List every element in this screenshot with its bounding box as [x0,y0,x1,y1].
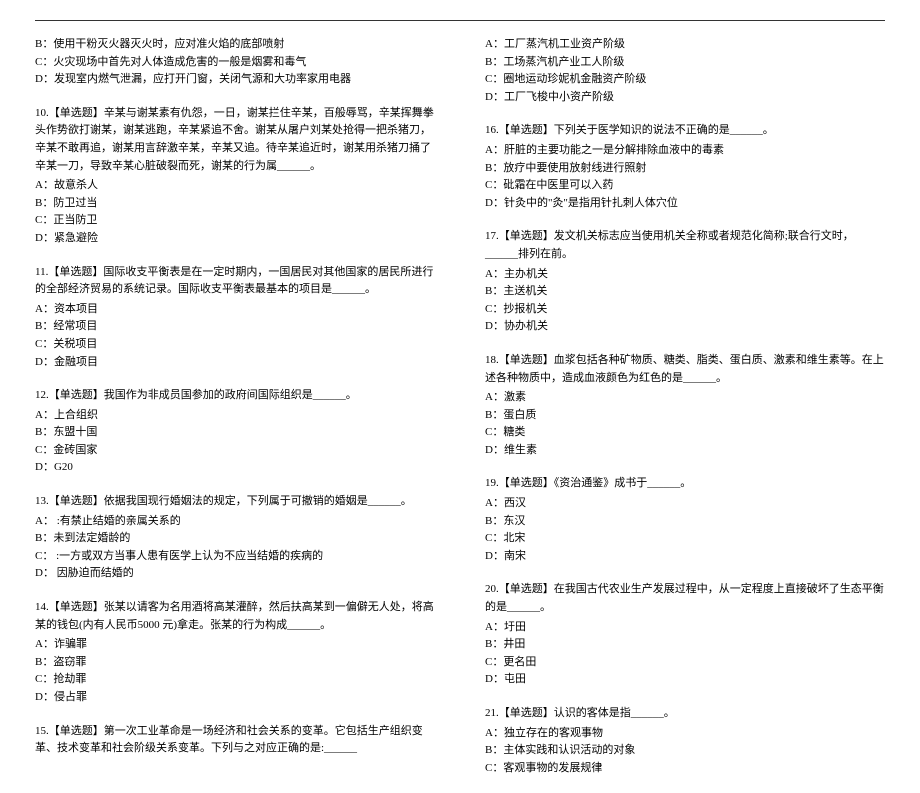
question-option: A：资本项目 [35,301,435,319]
question-option: C：糖类 [485,424,885,442]
question-option: A：肝脏的主要功能之一是分解排除血液中的毒素 [485,142,885,160]
question-stem: 11.【单选题】国际收支平衡表是在一定时期内，一国居民对其他国家的居民所进行的全… [35,264,435,299]
question-stem: 17.【单选题】发文机关标志应当使用机关全称或者规范化简称;联合行文时，____… [485,228,885,263]
right-question: 18.【单选题】血浆包括各种矿物质、糖类、脂类、蛋白质、激素和维生素等。在上述各… [485,352,885,460]
question-option: A：圩田 [485,619,885,637]
question-option: C：更名田 [485,654,885,672]
question-option: D： 因胁迫而结婚的 [35,565,435,583]
right-question: 21.【单选题】认识的客体是指______。 A：独立存在的客观事物B：主体实践和… [485,705,885,777]
question-stem: 14.【单选题】张某以请客为名用酒将高某灌醉，然后扶高某到一偏僻无人处，将高某的… [35,599,435,634]
question-option: A：工厂蒸汽机工业资产阶级 [485,36,885,54]
question-option: C：抢劫罪 [35,671,435,689]
question-option: D：金融项目 [35,354,435,372]
question-stem: 15.【单选题】第一次工业革命是一场经济和社会关系的变革。它包括生产组织变革、技… [35,723,435,758]
question-stem: 21.【单选题】认识的客体是指______。 [485,705,885,723]
left-question: 10.【单选题】辛某与谢某素有仇怨，一日，谢某拦住辛某，百般辱骂，辛某挥舞拳头作… [35,105,435,248]
question-stem: 12.【单选题】我国作为非成员国参加的政府间国际组织是______。 [35,387,435,405]
question-option: A：激素 [485,389,885,407]
question-option: B：经常项目 [35,318,435,336]
question-stem: 10.【单选题】辛某与谢某素有仇怨，一日，谢某拦住辛某，百般辱骂，辛某挥舞拳头作… [35,105,435,175]
question-option: A：西汉 [485,495,885,513]
question-option: A： :有禁止结婚的亲属关系的 [35,513,435,531]
question-option: B：盗窃罪 [35,654,435,672]
question-option: C：关税项目 [35,336,435,354]
left-question: B：使用干粉灭火器灭火时，应对准火焰的底部喷射C：火灾现场中首先对人体造成危害的… [35,36,435,89]
right-question: 20.【单选题】在我国古代农业生产发展过程中，从一定程度上直接破坏了生态平衡的是… [485,581,885,689]
question-option: B：东盟十国 [35,424,435,442]
question-option: C：火灾现场中首先对人体造成危害的一般是烟雾和毒气 [35,54,435,72]
question-option: A：上合组织 [35,407,435,425]
question-option: C：砒霜在中医里可以入药 [485,177,885,195]
question-option: B：蛋白质 [485,407,885,425]
question-option: D：针灸中的"灸"是指用针扎刺人体穴位 [485,195,885,213]
top-divider [35,20,885,21]
left-question: 12.【单选题】我国作为非成员国参加的政府间国际组织是______。 A：上合组织… [35,387,435,477]
question-option: D：维生素 [485,442,885,460]
question-option: B：未到法定婚龄的 [35,530,435,548]
question-option: C：抄报机关 [485,301,885,319]
question-option: B：使用干粉灭火器灭火时，应对准火焰的底部喷射 [35,36,435,54]
right-column: A：工厂蒸汽机工业资产阶级B：工场蒸汽机产业工人阶级C：圈地运动珍妮机金融资产阶… [485,36,885,793]
right-question: 16.【单选题】下列关于医学知识的说法不正确的是______。 A：肝脏的主要功能… [485,122,885,212]
question-option: D：工厂飞梭中小资产阶级 [485,89,885,107]
question-option: A：主办机关 [485,266,885,284]
question-option: C：北宋 [485,530,885,548]
content-columns: B：使用干粉灭火器灭火时，应对准火焰的底部喷射C：火灾现场中首先对人体造成危害的… [35,36,885,793]
question-option: B：防卫过当 [35,195,435,213]
right-question: A：工厂蒸汽机工业资产阶级B：工场蒸汽机产业工人阶级C：圈地运动珍妮机金融资产阶… [485,36,885,106]
right-question: 17.【单选题】发文机关标志应当使用机关全称或者规范化简称;联合行文时，____… [485,228,885,336]
question-option: C： :一方或双方当事人患有医学上认为不应当结婚的疾病的 [35,548,435,566]
question-option: A：故意杀人 [35,177,435,195]
question-option: B：工场蒸汽机产业工人阶级 [485,54,885,72]
question-option: B：主体实践和认识活动的对象 [485,742,885,760]
question-option: C：正当防卫 [35,212,435,230]
question-stem: 18.【单选题】血浆包括各种矿物质、糖类、脂类、蛋白质、激素和维生素等。在上述各… [485,352,885,387]
question-option: B：主送机关 [485,283,885,301]
left-question: 11.【单选题】国际收支平衡表是在一定时期内，一国居民对其他国家的居民所进行的全… [35,264,435,372]
question-option: B：东汉 [485,513,885,531]
question-option: D：协办机关 [485,318,885,336]
question-option: D：南宋 [485,548,885,566]
question-option: A：独立存在的客观事物 [485,725,885,743]
right-question: 19.【单选题】《资治通鉴》成书于______。 A：西汉B：东汉C：北宋D：南宋 [485,475,885,565]
question-stem: 16.【单选题】下列关于医学知识的说法不正确的是______。 [485,122,885,140]
question-option: D：G20 [35,459,435,477]
left-question: 14.【单选题】张某以请客为名用酒将高某灌醉，然后扶高某到一偏僻无人处，将高某的… [35,599,435,707]
question-option: C：客观事物的发展规律 [485,760,885,778]
question-option: D：发现室内燃气泄漏，应打开门窗，关闭气源和大功率家用电器 [35,71,435,89]
question-option: D：紧急避险 [35,230,435,248]
left-question: 13.【单选题】依据我国现行婚姻法的规定，下列属于可撤销的婚姻是______。 A… [35,493,435,583]
question-option: A：诈骗罪 [35,636,435,654]
question-stem: 19.【单选题】《资治通鉴》成书于______。 [485,475,885,493]
left-column: B：使用干粉灭火器灭火时，应对准火焰的底部喷射C：火灾现场中首先对人体造成危害的… [35,36,435,793]
question-option: B：放疗中要使用放射线进行照射 [485,160,885,178]
question-option: C：金砖国家 [35,442,435,460]
question-stem: 13.【单选题】依据我国现行婚姻法的规定，下列属于可撤销的婚姻是______。 [35,493,435,511]
question-option: D：侵占罪 [35,689,435,707]
question-option: D：屯田 [485,671,885,689]
question-option: B：井田 [485,636,885,654]
left-question: 15.【单选题】第一次工业革命是一场经济和社会关系的变革。它包括生产组织变革、技… [35,723,435,758]
question-option: C：圈地运动珍妮机金融资产阶级 [485,71,885,89]
question-stem: 20.【单选题】在我国古代农业生产发展过程中，从一定程度上直接破坏了生态平衡的是… [485,581,885,616]
